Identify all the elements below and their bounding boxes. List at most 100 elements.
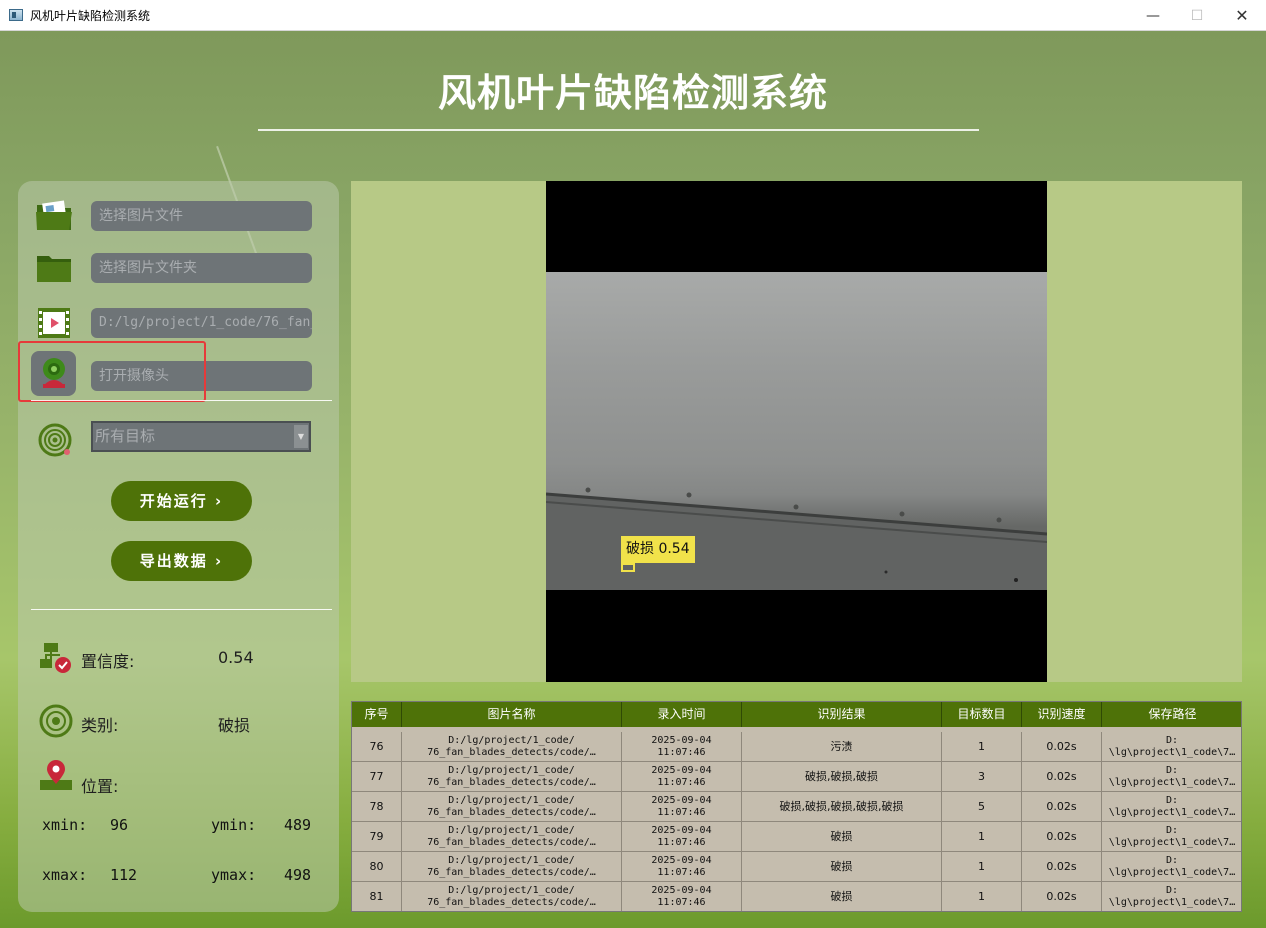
image-file-input[interactable]: 选择图片文件 [91, 201, 312, 231]
cell-time: 2025-09-04 11:07:46 [622, 852, 742, 882]
col-header-id[interactable]: 序号 [352, 702, 402, 727]
cell-line: \lg\project\1_code\7… [1108, 777, 1236, 788]
category-label: 类别: [81, 716, 119, 735]
col-header-path[interactable]: 保存路径 [1102, 702, 1241, 727]
cell-result: 破损,破损,破损,破损,破损 [742, 792, 942, 822]
position-label: 位置: [81, 777, 119, 796]
cell-line: 76_fan_blades_detects/code/… [427, 747, 596, 758]
cell-result: 破损 [742, 882, 942, 911]
start-button[interactable]: 开始运行 › [111, 481, 252, 521]
table-row[interactable]: 79 D:/lg/project/1_code/76_fan_blades_det… [352, 822, 1241, 852]
cell-id: 76 [352, 732, 402, 762]
results-table: 序号 图片名称 录入时间 识别结果 目标数目 识别速度 保存路径 76 D:/lg… [351, 701, 1242, 912]
xmin-label: xmin: [42, 816, 88, 834]
app-icon [9, 9, 23, 21]
table-row[interactable]: 78 D:/lg/project/1_code/76_fan_blades_det… [352, 792, 1241, 822]
cell-line: D: [1165, 735, 1179, 746]
table-row[interactable]: 77 D:/lg/project/1_code/76_fan_blades_det… [352, 762, 1241, 792]
cell-line: D:/lg/project/1_code/ [448, 795, 575, 806]
cell-result: 污渍 [742, 732, 942, 762]
table-row[interactable]: 76 D:/lg/project/1_code/76_fan_blades_det… [352, 732, 1241, 762]
cell-name: D:/lg/project/1_code/76_fan_blades_detec… [402, 822, 622, 852]
target-select[interactable]: 所有目标 ▼ [91, 421, 311, 452]
cell-line: 11:07:46 [657, 867, 706, 878]
cell-result: 破损,破损,破损 [742, 762, 942, 792]
video-icon[interactable] [34, 303, 74, 343]
cell-line: \lg\project\1_code\7… [1108, 807, 1236, 818]
cell-path: D: \lg\project\1_code\7… [1102, 852, 1241, 882]
col-header-result[interactable]: 识别结果 [742, 702, 942, 727]
cell-line: 76_fan_blades_detects/code/… [427, 867, 596, 878]
table-row[interactable]: 80 D:/lg/project/1_code/76_fan_blades_det… [352, 852, 1241, 882]
col-header-time[interactable]: 录入时间 [622, 702, 742, 727]
cell-count: 5 [942, 792, 1022, 822]
cell-time: 2025-09-04 11:07:46 [622, 762, 742, 792]
cell-line: 11:07:46 [657, 897, 706, 908]
cell-line: D:/lg/project/1_code/ [448, 735, 575, 746]
cell-path: D: \lg\project\1_code\7… [1102, 762, 1241, 792]
cell-id: 78 [352, 792, 402, 822]
cell-line: D:/lg/project/1_code/ [448, 765, 575, 776]
chevron-down-icon[interactable]: ▼ [294, 425, 308, 448]
cell-count: 1 [942, 882, 1022, 911]
xmin-value: 96 [110, 816, 129, 834]
cell-name: D:/lg/project/1_code/76_fan_blades_detec… [402, 852, 622, 882]
cell-id: 77 [352, 762, 402, 792]
cell-line: D:/lg/project/1_code/ [448, 855, 575, 866]
cell-line: \lg\project\1_code\7… [1108, 837, 1236, 848]
cell-name: D:/lg/project/1_code/76_fan_blades_detec… [402, 792, 622, 822]
cell-line: 76_fan_blades_detects/code/… [427, 777, 596, 788]
cell-line: D: [1165, 855, 1179, 866]
minimize-button[interactable]: — [1130, 0, 1176, 31]
table-row[interactable]: 81 D:/lg/project/1_code/76_fan_blades_det… [352, 882, 1241, 911]
cell-line: 11:07:46 [657, 807, 706, 818]
cell-id: 80 [352, 852, 402, 882]
cell-path: D: \lg\project\1_code\7… [1102, 732, 1241, 762]
cell-id: 81 [352, 882, 402, 911]
cell-line: D: [1165, 885, 1179, 896]
window-titlebar: 风机叶片缺陷检测系统 — ☐ ✕ [0, 0, 1266, 31]
cell-speed: 0.02s [1022, 882, 1102, 911]
maximize-button[interactable]: ☐ [1174, 0, 1220, 31]
image-folder-icon[interactable] [34, 196, 74, 236]
xmax-value: 112 [110, 866, 138, 884]
cell-speed: 0.02s [1022, 762, 1102, 792]
cell-line: D: [1165, 765, 1179, 776]
cell-line: 11:07:46 [657, 777, 706, 788]
cell-name: D:/lg/project/1_code/76_fan_blades_detec… [402, 732, 622, 762]
cell-line: 2025-09-04 [651, 825, 712, 836]
export-button[interactable]: 导出数据 › [111, 541, 252, 581]
cell-count: 1 [942, 822, 1022, 852]
cell-path: D: \lg\project\1_code\7… [1102, 792, 1241, 822]
section-divider [31, 400, 332, 401]
cell-line: 2025-09-04 [651, 735, 712, 746]
cell-speed: 0.02s [1022, 822, 1102, 852]
cell-line: 11:07:46 [657, 747, 706, 758]
xmax-label: xmax: [42, 866, 88, 884]
ymax-value: 498 [284, 866, 312, 884]
page-title: 风机叶片缺陷检测系统 [437, 71, 828, 115]
section-divider-2 [31, 609, 332, 610]
folder-icon[interactable] [34, 248, 74, 288]
col-header-name[interactable]: 图片名称 [402, 702, 622, 727]
ymin-label: ymin: [211, 816, 257, 834]
cell-line: 76_fan_blades_detects/code/… [427, 897, 596, 908]
col-header-count[interactable]: 目标数目 [942, 702, 1022, 727]
cell-speed: 0.02s [1022, 792, 1102, 822]
cell-result: 破损 [742, 852, 942, 882]
cell-path: D: \lg\project\1_code\7… [1102, 882, 1241, 911]
cell-path: D: \lg\project\1_code\7… [1102, 822, 1241, 852]
col-header-speed[interactable]: 识别速度 [1022, 702, 1102, 727]
cell-line: D:/lg/project/1_code/ [448, 885, 575, 896]
cell-line: 2025-09-04 [651, 885, 712, 896]
cell-time: 2025-09-04 11:07:46 [622, 822, 742, 852]
close-button[interactable]: ✕ [1219, 0, 1265, 31]
cell-time: 2025-09-04 11:07:46 [622, 882, 742, 911]
ymin-value: 489 [284, 816, 312, 834]
image-folder-input[interactable]: 选择图片文件夹 [91, 253, 312, 283]
video-path-input[interactable]: D:/lg/project/1_code/76_fan_blades_detec… [91, 308, 312, 338]
cell-line: D:/lg/project/1_code/ [448, 825, 575, 836]
cell-count: 3 [942, 762, 1022, 792]
cell-line: 2025-09-04 [651, 855, 712, 866]
cell-line: \lg\project\1_code\7… [1108, 867, 1236, 878]
